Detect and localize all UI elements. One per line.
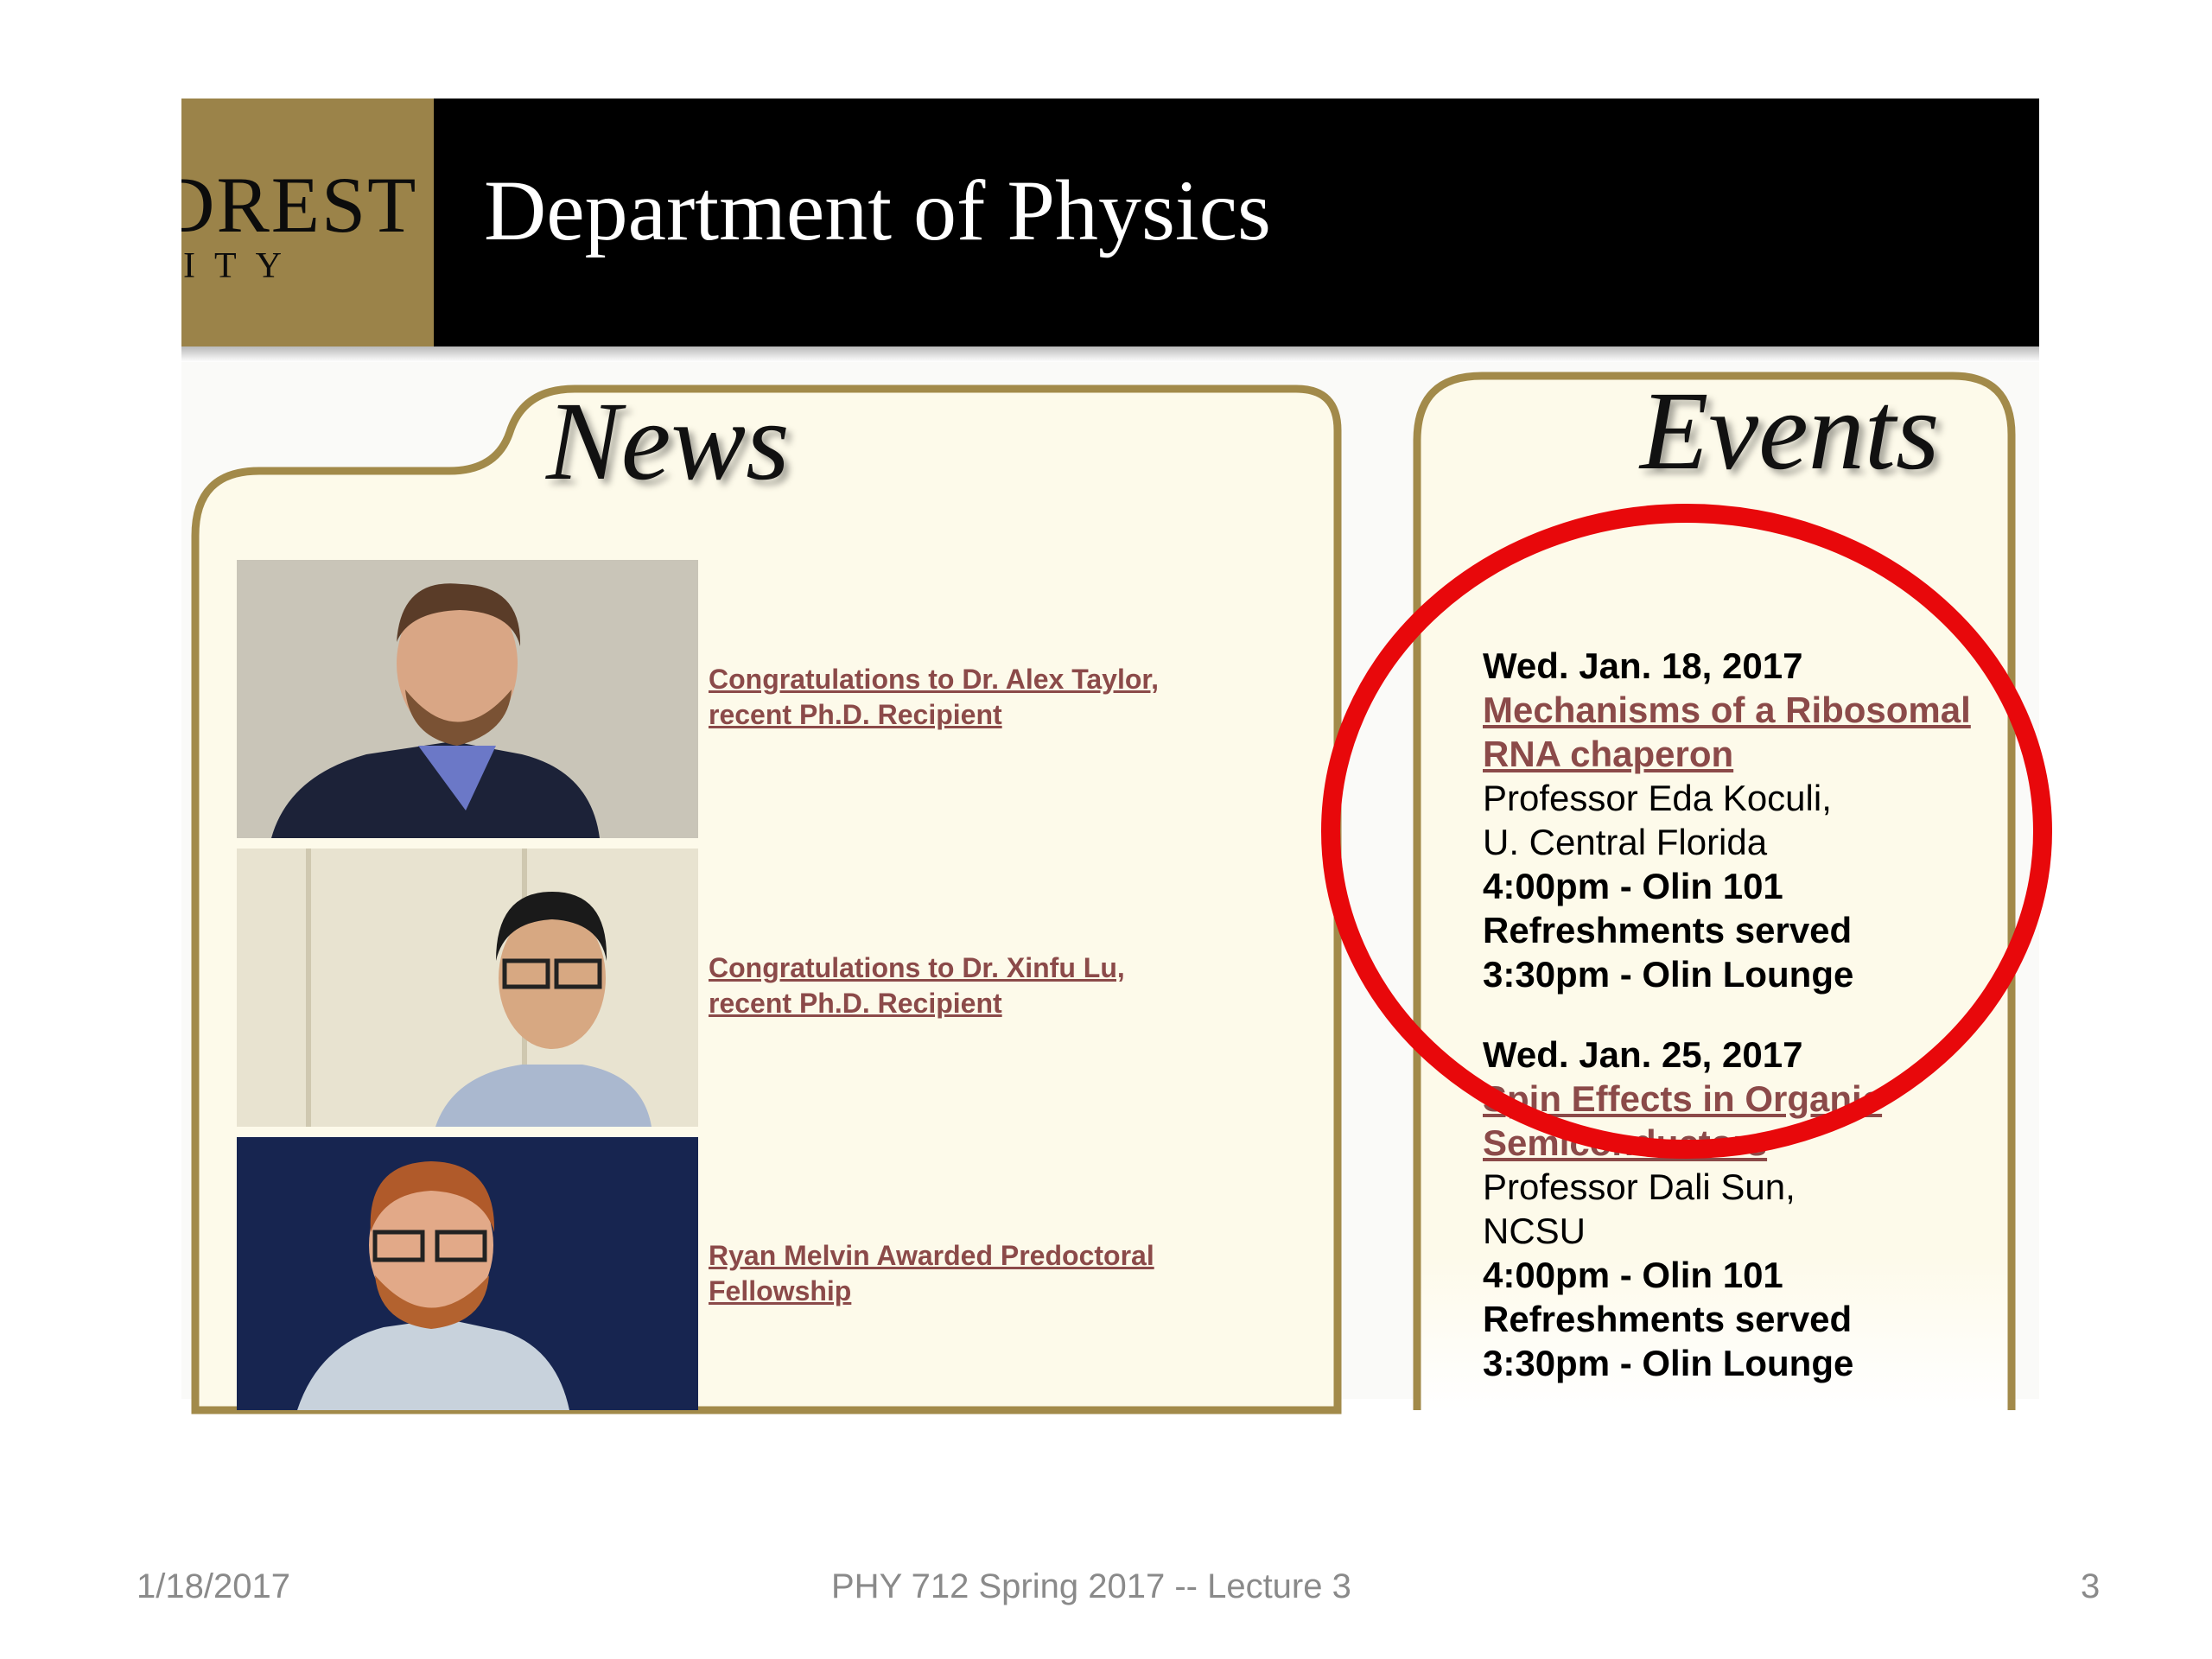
event-time: 4:00pm - Olin 101 <box>1483 1255 1783 1295</box>
news-photo-ryan-melvin[interactable] <box>237 1137 698 1410</box>
portrait-icon <box>237 849 698 1127</box>
event-item: Wed. Jan. 25, 2017 Spin Effects in Organ… <box>1483 1033 2044 1385</box>
news-link-alex-taylor[interactable]: Congratulations to Dr. Alex Taylor, rece… <box>709 662 1192 733</box>
event-refreshments: Refreshments served <box>1483 910 1853 950</box>
event-item: Wed. Jan. 18, 2017 Mechanisms of a Ribos… <box>1483 644 2044 996</box>
footer-page-number: 3 <box>2081 1567 2101 1605</box>
news-photo-alex-taylor[interactable] <box>237 560 698 838</box>
footer-course-title: PHY 712 Spring 2017 -- Lecture 3 <box>831 1567 1351 1605</box>
event-refreshments: Refreshments served <box>1483 1299 1853 1339</box>
event-title-link[interactable]: Mechanisms of a Ribosomal RNA chaperon <box>1483 688 2044 776</box>
event-refreshments-time: 3:30pm - Olin Lounge <box>1483 954 1854 995</box>
news-link-ryan-melvin[interactable]: Ryan Melvin Awarded Predoctoral Fellowsh… <box>709 1238 1192 1309</box>
event-speaker: Professor Dali Sun, <box>1483 1166 1796 1207</box>
event-affiliation: NCSU <box>1483 1211 1586 1251</box>
news-heading: News <box>546 379 790 504</box>
event-title-link[interactable]: Spin Effects in Organic Semiconductors <box>1483 1077 2044 1165</box>
event-speaker: Professor Eda Koculi, <box>1483 778 1832 818</box>
portrait-icon <box>237 1137 698 1410</box>
footer-date: 1/18/2017 <box>137 1567 290 1605</box>
event-time: 4:00pm - Olin 101 <box>1483 866 1783 906</box>
event-date: Wed. Jan. 25, 2017 <box>1483 1034 1803 1075</box>
event-refreshments-time: 3:30pm - Olin Lounge <box>1483 1343 1854 1383</box>
news-link-xinfu-lu[interactable]: Congratulations to Dr. Xinfu Lu, recent … <box>709 950 1192 1021</box>
events-heading: Events <box>1640 369 1940 493</box>
portrait-icon <box>237 560 698 838</box>
event-date: Wed. Jan. 18, 2017 <box>1483 645 1803 686</box>
news-photo-xinfu-lu[interactable] <box>237 849 698 1127</box>
events-list: Wed. Jan. 18, 2017 Mechanisms of a Ribos… <box>1483 644 2044 1421</box>
event-affiliation: U. Central Florida <box>1483 822 1768 862</box>
